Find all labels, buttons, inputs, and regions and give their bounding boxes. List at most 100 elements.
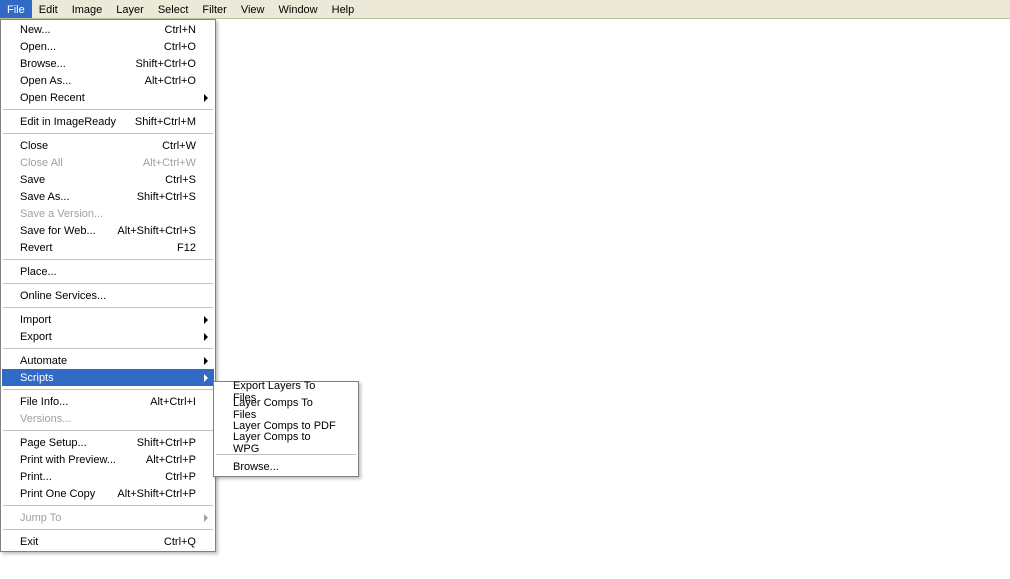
menu-item-label: Save	[20, 174, 157, 186]
file-menu-item-scripts[interactable]: Scripts	[2, 369, 214, 386]
menu-item-label: Close All	[20, 157, 135, 169]
file-menu-separator	[3, 109, 213, 110]
file-menu-item-save-a-version: Save a Version...	[2, 205, 214, 222]
file-menu-item-open-recent[interactable]: Open Recent	[2, 89, 214, 106]
menubar-item-edit[interactable]: Edit	[32, 0, 65, 18]
file-menu-item-close-all: Close AllAlt+Ctrl+W	[2, 154, 214, 171]
menubar-item-window[interactable]: Window	[272, 0, 325, 18]
file-menu-item-page-setup[interactable]: Page Setup...Shift+Ctrl+P	[2, 434, 214, 451]
submenu-arrow-icon	[204, 333, 208, 341]
menu-item-shortcut: Ctrl+W	[162, 140, 196, 152]
menu-item-label: Save for Web...	[20, 225, 109, 237]
menu-item-shortcut: Alt+Ctrl+I	[150, 396, 196, 408]
menu-item-label: Open As...	[20, 75, 137, 87]
file-menu-item-save-for-web[interactable]: Save for Web... Alt+Shift+Ctrl+S	[2, 222, 214, 239]
scripts-submenu: Export Layers To FilesLayer Comps To Fil…	[213, 381, 359, 477]
menu-item-label: Save As...	[20, 191, 129, 203]
menubar-item-image[interactable]: Image	[65, 0, 110, 18]
menu-item-label: Print with Preview...	[20, 454, 138, 466]
file-menu-item-edit-in-imageready[interactable]: Edit in ImageReady Shift+Ctrl+M	[2, 113, 214, 130]
menu-item-label: Print...	[20, 471, 157, 483]
menu-item-label: Import	[20, 314, 196, 326]
menu-item-label: Place...	[20, 266, 196, 278]
file-menu-item-browse[interactable]: Browse... Shift+Ctrl+O	[2, 55, 214, 72]
menu-item-label: Edit in ImageReady	[20, 116, 127, 128]
file-menu-item-jump-to: Jump To	[2, 509, 214, 526]
file-menu-item-print-one-copy[interactable]: Print One Copy Alt+Shift+Ctrl+P	[2, 485, 214, 502]
file-menu-item-close[interactable]: Close Ctrl+W	[2, 137, 214, 154]
menubar-item-help[interactable]: Help	[325, 0, 362, 18]
file-menu-item-save-as[interactable]: Save As... Shift+Ctrl+S	[2, 188, 214, 205]
file-menu-separator	[3, 307, 213, 308]
menu-item-label: Print One Copy	[20, 488, 109, 500]
menu-item-label: New...	[20, 24, 157, 36]
submenu-arrow-icon	[204, 357, 208, 365]
menu-item-label: Browse...	[20, 58, 127, 70]
menu-item-shortcut: Shift+Ctrl+O	[135, 58, 196, 70]
file-menu-item-automate[interactable]: Automate	[2, 352, 214, 369]
submenu-arrow-icon	[204, 316, 208, 324]
scripts-submenu-item-browse[interactable]: Browse...	[215, 458, 357, 475]
menubar-item-select[interactable]: Select	[151, 0, 196, 18]
file-menu-separator	[3, 348, 213, 349]
menu-item-label: Page Setup...	[20, 437, 129, 449]
menu-item-label: Scripts	[20, 372, 196, 384]
file-menu-separator	[3, 133, 213, 134]
menubar: FileEditImageLayerSelectFilterViewWindow…	[0, 0, 1010, 19]
file-menu-separator	[3, 529, 213, 530]
menu-item-label: Open...	[20, 41, 156, 53]
file-menu-separator	[3, 259, 213, 260]
menu-item-label: Browse...	[233, 461, 339, 473]
menu-item-label: Revert	[20, 242, 169, 254]
menu-item-label: Open Recent	[20, 92, 196, 104]
scripts-submenu-item-layer-comps-to-files[interactable]: Layer Comps To Files	[215, 400, 357, 417]
menubar-item-file[interactable]: File	[0, 0, 32, 18]
file-menu-item-new[interactable]: New... Ctrl+N	[2, 21, 214, 38]
menu-item-label: Jump To	[20, 512, 196, 524]
menu-item-shortcut: Ctrl+Q	[164, 536, 196, 548]
file-menu-item-file-info[interactable]: File Info... Alt+Ctrl+I	[2, 393, 214, 410]
menu-item-label: File Info...	[20, 396, 142, 408]
file-menu-item-place[interactable]: Place...	[2, 263, 214, 280]
menu-item-shortcut: Ctrl+P	[165, 471, 196, 483]
menu-item-label: Online Services...	[20, 290, 196, 302]
menu-item-shortcut: Shift+Ctrl+M	[135, 116, 196, 128]
file-menu-separator	[3, 389, 213, 390]
submenu-arrow-icon	[204, 94, 208, 102]
scripts-submenu-item-layer-comps-to-wpg[interactable]: Layer Comps to WPG	[215, 434, 357, 451]
file-menu-dropdown: New... Ctrl+N Open... Ctrl+O Browse... Shift+…	[0, 19, 216, 552]
file-menu-item-export[interactable]: Export	[2, 328, 214, 345]
file-menu-item-exit[interactable]: Exit Ctrl+Q	[2, 533, 214, 550]
menu-item-shortcut: Ctrl+O	[164, 41, 196, 53]
menu-item-shortcut: Alt+Shift+Ctrl+P	[117, 488, 196, 500]
file-menu-item-print[interactable]: Print... Ctrl+P	[2, 468, 214, 485]
menu-item-shortcut: Shift+Ctrl+S	[137, 191, 196, 203]
menu-item-shortcut: Ctrl+S	[165, 174, 196, 186]
menu-item-label: Export	[20, 331, 196, 343]
menubar-item-view[interactable]: View	[234, 0, 272, 18]
file-menu-item-import[interactable]: Import	[2, 311, 214, 328]
menu-item-label: Close	[20, 140, 154, 152]
file-menu-item-online-services[interactable]: Online Services...	[2, 287, 214, 304]
menu-item-label: Versions...	[20, 413, 196, 425]
file-menu-item-revert[interactable]: Revert F12	[2, 239, 214, 256]
menubar-item-filter[interactable]: Filter	[195, 0, 233, 18]
file-menu-item-print-with-preview[interactable]: Print with Preview...Alt+Ctrl+P	[2, 451, 214, 468]
menu-item-label: Exit	[20, 536, 156, 548]
file-menu-item-save[interactable]: Save Ctrl+S	[2, 171, 214, 188]
menu-item-shortcut: F12	[177, 242, 196, 254]
file-menu-separator	[3, 283, 213, 284]
menu-item-label: Automate	[20, 355, 196, 367]
submenu-arrow-icon	[204, 374, 208, 382]
file-menu-separator	[3, 430, 213, 431]
menu-item-shortcut: Ctrl+N	[165, 24, 196, 36]
file-menu-item-open[interactable]: Open... Ctrl+O	[2, 38, 214, 55]
menu-item-shortcut: Alt+Shift+Ctrl+S	[117, 225, 196, 237]
menubar-item-layer[interactable]: Layer	[109, 0, 151, 18]
file-menu-separator	[3, 505, 213, 506]
menu-item-shortcut: Alt+Ctrl+O	[145, 75, 196, 87]
file-menu-item-open-as[interactable]: Open As... Alt+Ctrl+O	[2, 72, 214, 89]
file-menu-item-versions: Versions...	[2, 410, 214, 427]
submenu-arrow-icon	[204, 514, 208, 522]
menu-item-label: Save a Version...	[20, 208, 196, 220]
